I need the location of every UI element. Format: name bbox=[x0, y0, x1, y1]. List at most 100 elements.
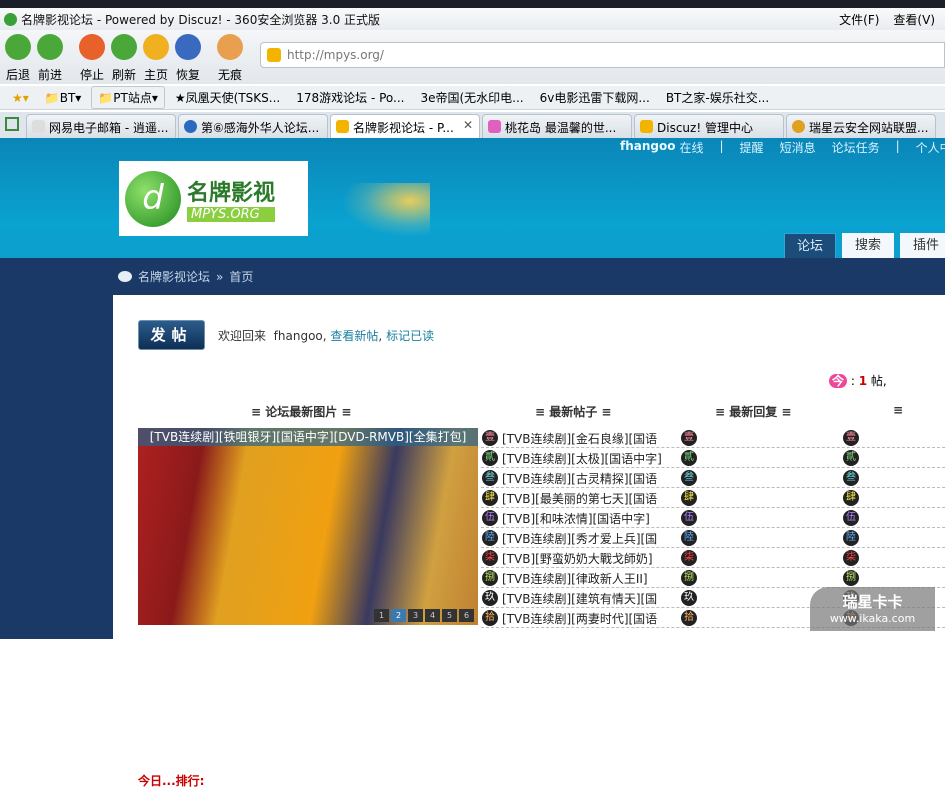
bookmark-folder-bt[interactable]: 📁BT▾ bbox=[39, 89, 88, 107]
latest-post-link[interactable]: [TVB连续剧][太极][国语中字] bbox=[502, 450, 662, 467]
breadcrumb-sep: » bbox=[216, 269, 224, 284]
rank-badge-icon: 陸 bbox=[681, 530, 697, 546]
refresh-icon bbox=[111, 34, 137, 60]
forward-arrow-icon bbox=[37, 34, 63, 60]
site-logo[interactable]: d 名牌影视 MPYS.ORG bbox=[119, 161, 308, 236]
nav-plugins[interactable]: 插件 bbox=[900, 233, 945, 258]
tab-netease-mail[interactable]: 网易电子邮箱 - 逍遥... bbox=[26, 114, 176, 138]
title-bar: 名牌影视论坛 - Powered by Discuz! - 360安全浏览器 3… bbox=[0, 8, 945, 30]
rank-badge-icon: 柒 bbox=[482, 550, 498, 566]
bookmark-item[interactable]: BT之家-娱乐社交... bbox=[660, 87, 775, 108]
rank-badge-icon: 肆 bbox=[681, 490, 697, 506]
latest-post-link[interactable]: [TVB连续剧][律政新人王II] bbox=[502, 570, 648, 587]
menu-view[interactable]: 查看(V) bbox=[893, 11, 935, 28]
latest-post-link[interactable]: [TVB连续剧][两妻时代][国语 bbox=[502, 610, 657, 627]
home-icon bbox=[143, 34, 169, 60]
new-post-button[interactable]: 发帖 bbox=[138, 320, 205, 350]
rank-badge-icon: 玖 bbox=[681, 590, 697, 606]
address-bar[interactable]: http://mpys.org/ bbox=[260, 42, 945, 68]
bookmark-item[interactable]: 6v电影迅雷下载网... bbox=[534, 87, 656, 108]
rank-badge-icon: 貳 bbox=[681, 450, 697, 466]
nav-forum[interactable]: 论坛 bbox=[784, 233, 836, 258]
rank-badge-icon: 拾 bbox=[482, 610, 498, 626]
goldfish-decoration bbox=[330, 183, 430, 243]
close-tab-icon[interactable]: ✕ bbox=[463, 118, 473, 132]
paw-button[interactable]: 无痕 bbox=[216, 34, 244, 82]
slideshow-page-2[interactable]: 2 bbox=[391, 609, 406, 622]
bookmark-item[interactable]: 178游戏论坛 - Po... bbox=[290, 87, 410, 108]
slideshow-page-6[interactable]: 6 bbox=[459, 609, 474, 622]
stop-icon bbox=[79, 34, 105, 60]
rank-badge-icon: 肆 bbox=[843, 490, 859, 506]
tasks-link[interactable]: 论坛任务 bbox=[832, 139, 880, 156]
slideshow-page-5[interactable]: 5 bbox=[442, 609, 457, 622]
window-title: 名牌影视论坛 - Powered by Discuz! - 360安全浏览器 3… bbox=[21, 12, 381, 27]
watermark: 瑞星卡卡 www.ikaka.com bbox=[810, 587, 935, 631]
username-link[interactable]: fhangoo bbox=[620, 139, 675, 156]
slideshow[interactable]: [TVB连续剧][铁咀银牙][国语中字][DVD-RMVB][全集打包] 123… bbox=[138, 428, 478, 625]
sidebar-toggle-icon[interactable] bbox=[5, 117, 19, 131]
tab-6park[interactable]: 第⑥感海外华人论坛... bbox=[178, 114, 328, 138]
undo-icon bbox=[175, 34, 201, 60]
toolbar-label: 前进 bbox=[37, 68, 62, 82]
notify-link[interactable]: 提醒 bbox=[740, 139, 764, 156]
web-page: fhangoo 在线 | 提醒 短消息 论坛任务 | 个人中 d 名牌影视MPY… bbox=[0, 138, 945, 788]
rank-badge-icon: 捌 bbox=[681, 570, 697, 586]
latest-post-link[interactable]: [TVB连续剧][建筑有情天][国 bbox=[502, 590, 657, 607]
chat-bubble-icon bbox=[118, 271, 132, 282]
stop-button[interactable]: 停止 bbox=[78, 34, 106, 82]
site-header: fhangoo 在线 | 提醒 短消息 论坛任务 | 个人中 d 名牌影视MPY… bbox=[0, 138, 945, 258]
list-item: 肆 [TVB][最美丽的第七天][国语肆肆 bbox=[481, 488, 945, 508]
rank-badge-icon: 肆 bbox=[482, 490, 498, 506]
toolbar-label: 刷新 bbox=[111, 68, 136, 82]
tab-rising[interactable]: 瑞星云安全网站联盟... bbox=[786, 114, 936, 138]
slideshow-page-4[interactable]: 4 bbox=[425, 609, 440, 622]
latest-post-link[interactable]: [TVB][和味浓情][国语中字] bbox=[502, 510, 650, 527]
slideshow-page-1[interactable]: 1 bbox=[374, 609, 389, 622]
bookmark-item[interactable]: ★凤凰天使(TSKS... bbox=[169, 87, 286, 108]
latest-post-link[interactable]: [TVB][最美丽的第七天][国语 bbox=[502, 490, 657, 507]
mark-read-link[interactable]: 标记已读 bbox=[386, 329, 434, 343]
logo-name: 名牌影视 bbox=[187, 181, 276, 206]
bookmark-item[interactable]: 3e帝国(无水印电... bbox=[414, 87, 529, 108]
latest-post-link[interactable]: [TVB][野蛮奶奶大戰戈師奶] bbox=[502, 550, 653, 567]
nav-search[interactable]: 搜索 bbox=[842, 233, 894, 258]
tab-discuz-admin[interactable]: Discuz! 管理中心 bbox=[634, 114, 784, 138]
rank-badge-icon: 叁 bbox=[843, 470, 859, 486]
rank-badge-icon: 壹 bbox=[681, 430, 697, 446]
view-new-posts-link[interactable]: 查看新帖 bbox=[330, 329, 378, 343]
list-item: 貳 [TVB连续剧][太极][国语中字] 貳貳 bbox=[481, 448, 945, 468]
rank-badge-icon: 伍 bbox=[843, 510, 859, 526]
list-item: 捌 [TVB连续剧][律政新人王II] 捌捌 bbox=[481, 568, 945, 588]
bookmarks-bar: ★▾ 📁BT▾ 📁PT站点▾ ★凤凰天使(TSKS... 178游戏论坛 - P… bbox=[0, 86, 945, 110]
bookmark-folder-pt[interactable]: 📁PT站点▾ bbox=[91, 86, 165, 109]
messages-link[interactable]: 短消息 bbox=[780, 139, 816, 156]
latest-post-link[interactable]: [TVB连续剧][古灵精探][国语 bbox=[502, 470, 657, 487]
back-arrow-button[interactable]: 后退 bbox=[4, 34, 32, 82]
menu-file[interactable]: 文件(F) bbox=[839, 11, 879, 28]
refresh-button[interactable]: 刷新 bbox=[110, 34, 138, 82]
slideshow-caption[interactable]: [TVB连续剧][铁咀银牙][国语中字][DVD-RMVB][全集打包] bbox=[138, 428, 478, 446]
slideshow-page-3[interactable]: 3 bbox=[408, 609, 423, 622]
latest-post-link[interactable]: [TVB连续剧][金石良缘][国语 bbox=[502, 430, 657, 447]
rank-badge-icon: 拾 bbox=[681, 610, 697, 626]
latest-post-link[interactable]: [TVB连续剧][秀才爱上兵][国 bbox=[502, 530, 657, 547]
undo-button[interactable]: 恢复 bbox=[174, 34, 202, 82]
breadcrumb-home[interactable]: 名牌影视论坛 bbox=[138, 268, 210, 285]
favorites-star-icon[interactable]: ★▾ bbox=[6, 89, 35, 107]
forward-arrow-button[interactable]: 前进 bbox=[36, 34, 64, 82]
tab-mpys[interactable]: 名牌影视论坛 - P... ✕ bbox=[330, 114, 480, 138]
home-button[interactable]: 主页 bbox=[142, 34, 170, 82]
rank-badge-icon: 壹 bbox=[482, 430, 498, 446]
tab-taohuadao[interactable]: 桃花岛 最温馨的世... bbox=[482, 114, 632, 138]
breadcrumb: 名牌影视论坛 » 首页 bbox=[118, 268, 253, 285]
list-item: 柒 [TVB][野蛮奶奶大戰戈師奶] 柒柒 bbox=[481, 548, 945, 568]
toolbar-label: 停止 bbox=[79, 68, 104, 82]
profile-link[interactable]: 个人中 bbox=[916, 139, 945, 156]
rank-badge-icon: 壹 bbox=[843, 430, 859, 446]
rank-badge-icon: 柒 bbox=[681, 550, 697, 566]
logo-domain: MPYS.ORG bbox=[187, 207, 276, 222]
list-item: 壹 [TVB连续剧][金石良缘][国语壹壹 bbox=[481, 428, 945, 448]
rank-badge-icon: 叁 bbox=[681, 470, 697, 486]
breadcrumb-current: 首页 bbox=[229, 270, 254, 284]
